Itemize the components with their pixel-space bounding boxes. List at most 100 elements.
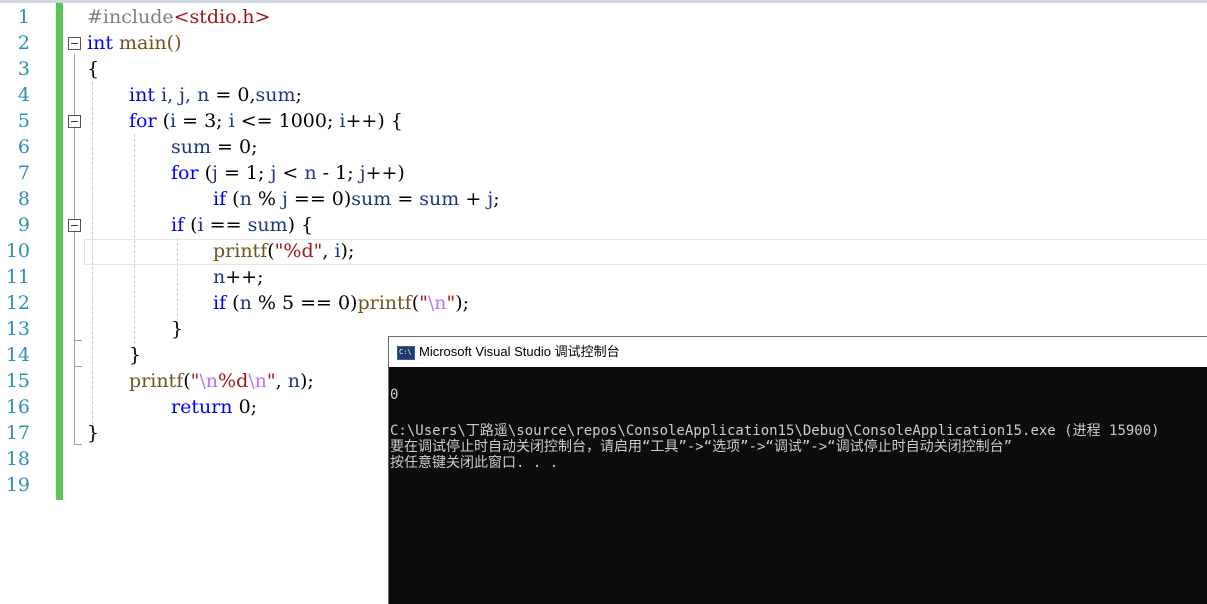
code-text: ++) { (345, 110, 403, 132)
code-text: ( (184, 214, 198, 236)
line-number: 14 (5, 344, 30, 366)
line-number: 2 (17, 32, 30, 54)
string-quote: " (419, 292, 428, 314)
code-text: ++) (365, 162, 405, 184)
console-title-bar[interactable]: Microsoft Visual Studio 调试控制台 (389, 337, 1207, 367)
code-text: ++; (225, 266, 264, 288)
format-specifier: %d (283, 240, 314, 262)
variable: i, (154, 84, 180, 106)
code-text: <= 1000; (234, 110, 340, 132)
code-line-16[interactable]: return 0; (171, 394, 257, 420)
line-number: 17 (5, 422, 30, 444)
variable: sum (419, 188, 460, 210)
keyword: for (171, 162, 199, 184)
outline-bracket-end (74, 444, 82, 445)
code-text: ); (340, 240, 355, 262)
code-text: ( (226, 292, 240, 314)
code-line-10[interactable]: printf("%d", i); (213, 238, 354, 264)
code-line-5[interactable]: for (i = 3; i <= 1000; i++) { (129, 108, 403, 134)
collapse-main-icon[interactable] (68, 37, 81, 50)
code-text: ( (267, 240, 275, 262)
string-quote: " (446, 292, 456, 314)
outline-bracket-end (74, 366, 82, 367)
code-text: , (275, 370, 288, 392)
brace: } (171, 318, 184, 340)
console-line: 要在调试停止时自动关闭控制台，请启用“工具”->“选项”->“调试”->“调试停… (390, 439, 1012, 455)
line-number: 5 (17, 110, 30, 132)
collapse-if-icon[interactable] (68, 219, 81, 232)
function-name: main() (112, 32, 182, 54)
variable: n (197, 84, 210, 106)
debug-console-window[interactable]: Microsoft Visual Studio 调试控制台 0 C:\Users… (388, 336, 1207, 604)
string-quote: " (266, 370, 276, 392)
code-line-7[interactable]: for (j = 1; j < n - 1; j++) (171, 160, 405, 186)
keyword: return (171, 396, 233, 418)
line-number: 4 (17, 84, 30, 106)
code-text: ( (226, 188, 240, 210)
code-line-3[interactable]: { (87, 56, 99, 82)
keyword: for (129, 110, 157, 132)
variable: n (239, 292, 252, 314)
keyword: int (87, 32, 113, 54)
code-text: ( (411, 292, 420, 314)
code-text: = 0; (211, 136, 258, 158)
keyword: if (213, 292, 227, 314)
line-number: 19 (5, 474, 30, 496)
line-number: 18 (5, 448, 30, 470)
console-line: 0 (390, 387, 399, 403)
console-line: 按任意键关闭此窗口. . . (390, 455, 559, 471)
preprocessor-directive: #include (87, 6, 174, 28)
code-text: ) { (287, 214, 314, 236)
code-text: 0; (232, 396, 258, 418)
variable: sum (255, 84, 296, 106)
console-line: C:\Users\丁路遥\source\repos\ConsoleApplica… (390, 423, 1160, 439)
line-number: 11 (5, 266, 30, 288)
code-line-11[interactable]: n++; (213, 264, 264, 290)
brace: } (87, 422, 100, 444)
code-text: - 1; (316, 162, 360, 184)
function-name: printf (357, 292, 412, 314)
variable: n (213, 266, 226, 288)
line-number: 15 (5, 370, 30, 392)
outline-bracket (74, 54, 75, 444)
function-name: printf (213, 240, 268, 262)
code-text: ); (455, 292, 470, 314)
escape-sequence: \n (199, 370, 219, 392)
code-line-2[interactable]: int main() (87, 30, 181, 56)
outline-bracket-end (74, 340, 82, 341)
code-text: == (203, 214, 248, 236)
collapse-for-icon[interactable] (68, 115, 81, 128)
variable: n (304, 162, 317, 184)
code-text: % (251, 188, 282, 210)
code-line-1[interactable]: #include<stdio.h> (87, 4, 270, 30)
line-number: 10 (5, 240, 30, 262)
code-text: == 0) (287, 188, 352, 210)
code-line-6[interactable]: sum = 0; (171, 134, 258, 160)
code-line-4[interactable]: int i, j, n = 0,sum; (129, 82, 302, 108)
code-text: % 5 == 0) (251, 292, 358, 314)
code-text: ( (156, 110, 171, 132)
console-output[interactable]: 0 C:\Users\丁路遥\source\repos\ConsoleAppli… (390, 368, 1207, 604)
code-text: = 3; (176, 110, 229, 132)
console-title: Microsoft Visual Studio 调试控制台 (419, 344, 620, 359)
line-number: 13 (5, 318, 30, 340)
code-line-15[interactable]: printf("\n%d\n", n); (129, 368, 314, 394)
code-text: ( (183, 370, 191, 392)
format-specifier: %d (218, 370, 249, 392)
code-line-12[interactable]: if (n % 5 == 0)printf("\n"); (213, 290, 469, 316)
brace: } (129, 344, 142, 366)
line-number: 1 (17, 6, 30, 28)
code-text: = 0, (209, 84, 256, 106)
variable: n (239, 188, 252, 210)
brace: { (87, 58, 100, 80)
keyword: int (129, 84, 155, 106)
code-line-8[interactable]: if (n % j == 0)sum = sum + j; (213, 186, 500, 212)
code-text: ; (493, 188, 500, 210)
variable: sum (171, 136, 212, 158)
variable: sum (247, 214, 288, 236)
code-line-17[interactable]: } (87, 420, 99, 446)
line-number: 8 (17, 188, 30, 210)
code-line-14[interactable]: } (129, 342, 141, 368)
code-line-9[interactable]: if (i == sum) { (171, 212, 313, 238)
code-line-13[interactable]: } (171, 316, 183, 342)
